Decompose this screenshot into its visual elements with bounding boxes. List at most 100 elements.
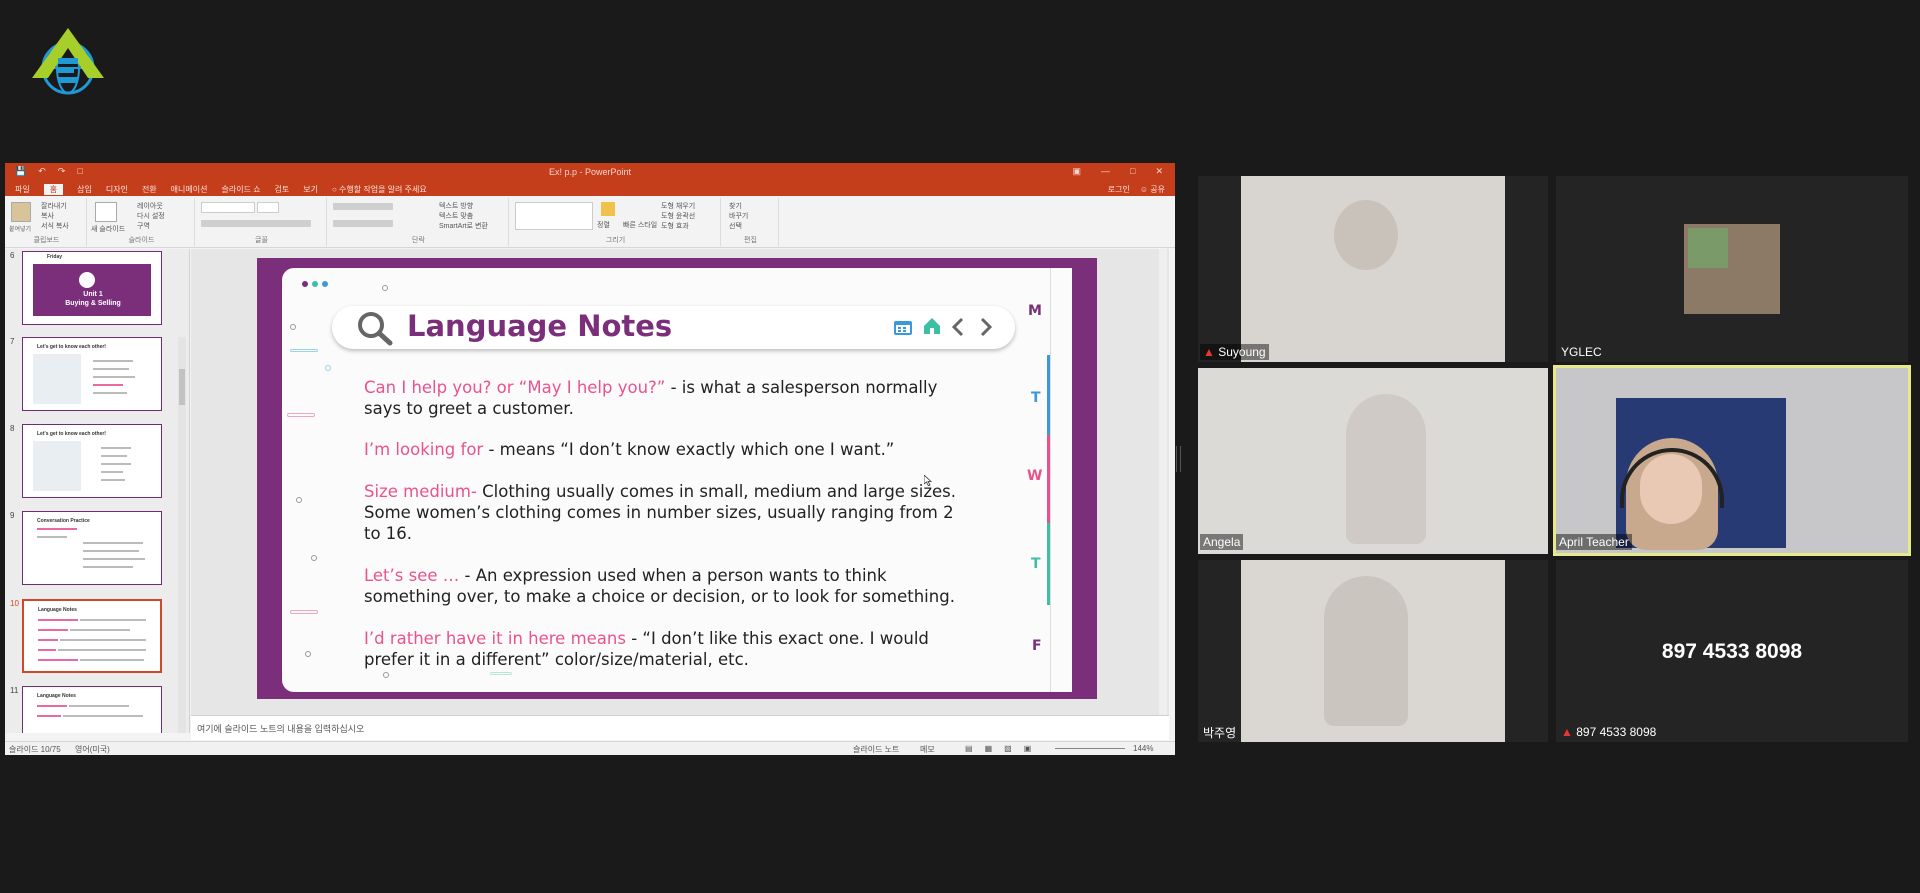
participant-tile[interactable]: 897 4533 8098 ▲ 897 4533 8098 [1556,560,1908,742]
copy-button[interactable]: 복사 [41,211,54,221]
participant-name: ▲ 897 4533 8098 [1558,724,1659,740]
font-size-select[interactable] [257,202,279,213]
participant-name: April Teacher [1556,534,1632,550]
participant-name-text: 897 4533 8098 [1576,725,1657,739]
thumb-title: Conversation Practice [37,518,90,524]
select-button[interactable]: 선택 [729,221,742,231]
text-align-button[interactable]: 텍스트 맞춤 [439,211,473,221]
note-term: I’d rather have it in here means [364,629,626,648]
arrange-icon[interactable] [601,202,615,216]
font-name-select[interactable] [201,202,255,213]
thumb-number: 10 [10,599,19,608]
comments-toggle[interactable]: 메모 [920,744,935,755]
canvas-scrollbar[interactable] [1159,249,1167,715]
share-button[interactable]: ☺ 공유 [1140,184,1165,195]
participant-tile[interactable]: Angela [1198,368,1548,554]
shapes-gallery[interactable] [515,202,593,230]
participant-name: YGLEC [1561,345,1602,359]
quick-styles-button[interactable]: 빠른 스타일 [623,220,657,230]
slide-thumbnail-7[interactable]: Let's get to know each other! [22,337,162,411]
ribbon: 붙여넣기 잘라내기 복사 서식 복사 클립보드 새 슬라이드 레이아웃 다시 설… [5,196,1175,248]
shape-fill-button[interactable]: 도형 채우기 [661,201,695,211]
section-button[interactable]: 구역 [137,221,150,231]
participant-tile-active[interactable]: April Teacher [1553,365,1911,556]
tab-view[interactable]: 보기 [303,184,318,195]
signin-link[interactable]: 로그인 [1108,184,1130,195]
ribbon-display-icon[interactable]: ▣ [1073,166,1082,177]
chevron-right-icon [978,317,994,342]
tab-home[interactable]: 홈 [43,184,64,195]
view-buttons[interactable]: ▤ ▦ ▧ ▣ [965,744,1045,753]
slide-thumbnail-6[interactable]: Unit 1 Buying & Selling Friday [22,251,162,325]
phone-number-display: 897 4533 8098 [1661,640,1803,663]
split-handle[interactable] [1176,446,1181,472]
participant-tile[interactable]: 박주영 [1198,560,1548,742]
language-status[interactable]: 영어(미국) [75,744,110,755]
close-icon[interactable]: ✕ [1155,166,1163,177]
thumb-circle [79,272,95,288]
format-painter-button[interactable]: 서식 복사 [41,221,69,231]
notes-toggle[interactable]: 슬라이드 노트 [853,744,899,755]
mouse-cursor-icon [923,473,933,491]
thumb-number: 8 [10,424,15,433]
participant-name: 박주영 [1203,726,1237,740]
tell-me-search[interactable]: ○ 수행할 작업을 알려 주세요 [332,184,427,195]
participant-silhouette [1346,394,1426,544]
text-direction-button[interactable]: 텍스트 방향 [439,201,473,211]
window-title: Ex! p.p - PowerPoint [548,167,632,177]
shape-effects-button[interactable]: 도형 효과 [661,221,689,231]
paste-icon[interactable] [11,202,31,222]
dot [312,281,318,287]
tab-design[interactable]: 디자인 [106,184,128,195]
thumb-number: 9 [10,511,15,520]
calendar-icon [893,318,913,341]
find-button[interactable]: 찾기 [729,201,742,211]
tab-review[interactable]: 검토 [275,184,290,195]
replace-button[interactable]: 바꾸기 [729,211,748,221]
tab-transitions[interactable]: 전환 [142,184,157,195]
note-text: - means “I don’t know exactly which one … [483,440,895,459]
zoom-level[interactable]: 144% [1133,744,1153,753]
tab-insert[interactable]: 삽입 [77,184,92,195]
tab-slideshow[interactable]: 슬라이드 쇼 [221,184,260,195]
clipboard-group: 붙여넣기 잘라내기 복사 서식 복사 클립보드 [7,198,87,246]
dot [302,281,308,287]
thumbnail-scrollbar[interactable] [178,337,186,733]
decor-dash [290,349,318,352]
paste-label[interactable]: 붙여넣기 [9,224,31,233]
ribbon-tabs: 파일 홈 삽입 디자인 전환 애니메이션 슬라이드 쇼 검토 보기 ○ 수행할 … [5,182,1175,196]
zoom-slider[interactable] [1055,748,1125,749]
participant-tile[interactable]: YGLEC [1556,176,1908,362]
font-format-buttons[interactable] [201,220,311,227]
title-bar: 💾 ↶ ↷ □ Ex! p.p - PowerPoint ▣ — □ ✕ [5,163,1175,182]
slide-thumbnail-9[interactable]: Conversation Practice [22,511,162,585]
new-slide-icon[interactable] [95,202,117,222]
note-item: Let’s see … - An expression used when a … [364,565,974,607]
thumb-title: Let's get to know each other! [37,344,106,350]
minimize-icon[interactable]: — [1101,166,1110,177]
decor-dash [290,610,318,614]
maximize-icon[interactable]: □ [1130,166,1135,177]
note-term: Let’s see … [364,566,460,585]
layout-button[interactable]: 레이아웃 [137,201,163,211]
slide-thumbnail-11[interactable]: Language Notes [22,686,162,733]
participant-tile[interactable]: ▲ Suyoung [1198,176,1548,362]
align-buttons[interactable] [333,220,393,227]
decor-ring [290,324,296,330]
slide-thumbnail-10[interactable]: Language Notes [22,599,162,673]
cut-button[interactable]: 잘라내기 [41,201,67,211]
reset-button[interactable]: 다시 설정 [137,211,165,221]
mic-muted-icon: ▲ [1561,725,1577,739]
list-buttons[interactable] [333,203,393,210]
note-item: Size medium- Clothing usually comes in s… [364,481,964,544]
arrange-button[interactable]: 정렬 [597,220,610,230]
tab-animations[interactable]: 애니메이션 [171,184,208,195]
note-item: I’m looking for - means “I don’t know ex… [364,439,964,460]
participant-name: ▲ Suyoung [1200,344,1269,360]
slide-thumbnail-8[interactable]: Let's get to know each other! [22,424,162,498]
smartart-button[interactable]: SmartArt로 변환 [439,221,488,231]
notes-pane[interactable]: 여기에 슬라이드 노트의 내용을 입력하십시오 [191,715,1169,740]
shape-outline-button[interactable]: 도형 윤곽선 [661,211,695,221]
tab-file[interactable]: 파일 [15,184,30,195]
new-slide-button[interactable]: 새 슬라이드 [91,224,125,234]
